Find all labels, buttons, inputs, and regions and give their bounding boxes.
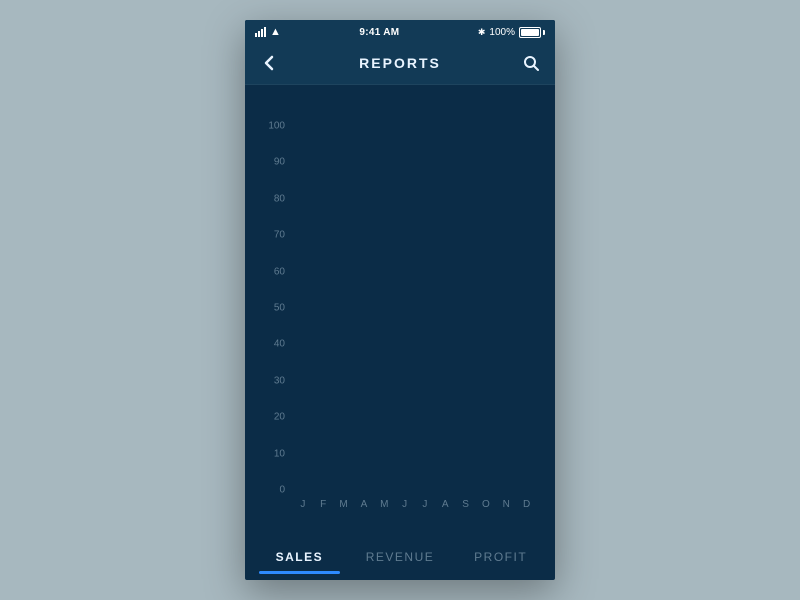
x-tick-label: M xyxy=(339,499,348,510)
y-tick-label: 0 xyxy=(259,485,285,496)
y-tick-label: 90 xyxy=(259,157,285,168)
status-bar: ▲ 9:41 AM ✱ 100% xyxy=(245,20,555,42)
x-tick-label: A xyxy=(442,499,449,510)
y-tick-label: 50 xyxy=(259,303,285,314)
x-tick-label: S xyxy=(462,499,469,510)
cell-signal-icon xyxy=(255,27,266,37)
tab-label: SALES xyxy=(276,550,324,564)
page-title: REPORTS xyxy=(359,55,441,71)
x-tick-label: J xyxy=(422,499,428,510)
bluetooth-icon: ✱ xyxy=(478,27,486,38)
y-tick-label: 60 xyxy=(259,266,285,277)
search-button[interactable] xyxy=(521,53,541,73)
phone-frame: ▲ 9:41 AM ✱ 100% REPORTS JFMAMJJASOND 01… xyxy=(245,20,555,580)
x-tick-label: A xyxy=(361,499,368,510)
y-tick-label: 70 xyxy=(259,230,285,241)
x-tick-label: N xyxy=(503,499,511,510)
chart-area: JFMAMJJASOND 0102030405060708090100 xyxy=(245,106,555,522)
x-tick-label: J xyxy=(300,499,306,510)
bar-chart: JFMAMJJASOND xyxy=(293,126,537,490)
tab-profit[interactable]: PROFIT xyxy=(450,540,551,574)
x-tick-label: M xyxy=(380,499,389,510)
x-tick-label: O xyxy=(482,499,490,510)
tab-label: REVENUE xyxy=(366,550,435,564)
tab-label: PROFIT xyxy=(474,550,527,564)
wifi-icon: ▲ xyxy=(270,27,281,38)
tab-revenue[interactable]: REVENUE xyxy=(350,540,451,574)
tab-underline xyxy=(259,571,340,574)
battery-percent: 100% xyxy=(489,27,515,38)
y-tick-label: 30 xyxy=(259,375,285,386)
status-time: 9:41 AM xyxy=(359,27,399,38)
x-tick-label: D xyxy=(523,499,531,510)
x-tick-label: F xyxy=(320,499,327,510)
app-header: REPORTS xyxy=(245,42,555,85)
back-button[interactable] xyxy=(259,53,279,73)
y-tick-label: 20 xyxy=(259,412,285,423)
battery-icon xyxy=(519,27,545,38)
y-tick-label: 10 xyxy=(259,448,285,459)
tab-sales[interactable]: SALES xyxy=(249,540,350,574)
tab-bar: SALES REVENUE PROFIT xyxy=(245,534,555,580)
x-tick-label: J xyxy=(402,499,408,510)
y-tick-label: 40 xyxy=(259,339,285,350)
y-tick-label: 80 xyxy=(259,193,285,204)
y-tick-label: 100 xyxy=(259,121,285,132)
